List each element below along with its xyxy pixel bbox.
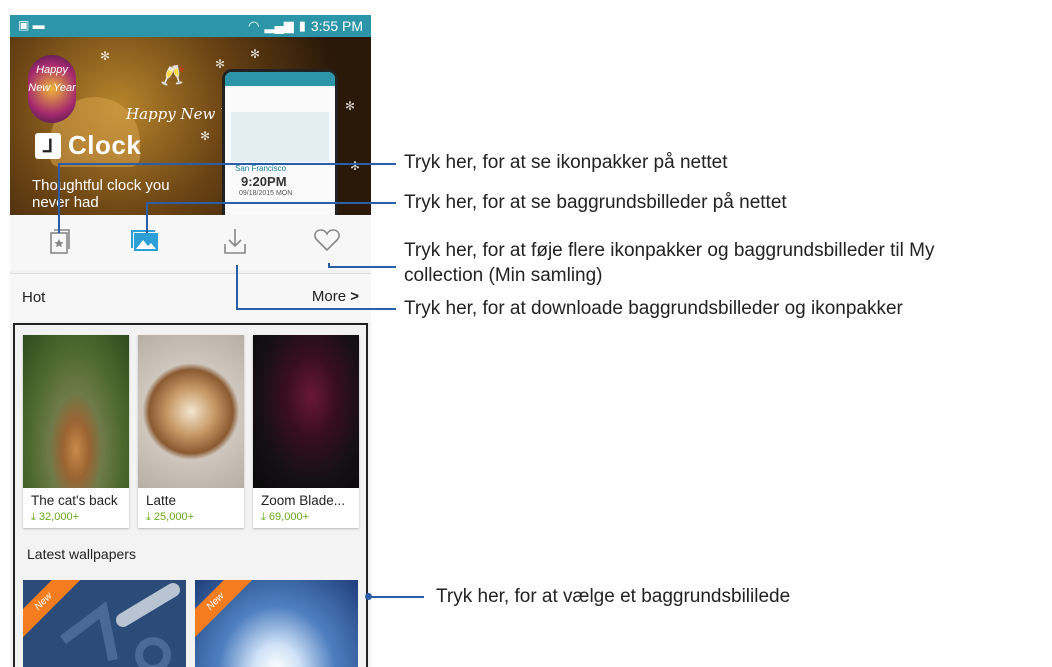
world-map-image [231,112,329,162]
banner-tagline: Thoughtful clock you never had [32,177,170,211]
callout-collection-line1: Tryk her, for at føje flere ikonpakker o… [404,240,935,261]
signal-icon: ▂▄▆ [264,18,294,33]
download-count: ⤓ 69,000+ [261,511,309,523]
glasses-icon: 🥂 [160,65,185,87]
snowflake-icon: ✻ [215,57,226,71]
status-time: 3:55 PM [310,18,363,34]
snowflake-icon: ✻ [350,159,361,173]
phone-preview-header [225,72,335,86]
card-title: Zoom Blade... [261,493,346,508]
callout-line [236,265,238,310]
callout-collection-line2: collection (Min samling) [404,265,603,286]
hot-section-header: Hot More > [10,273,371,322]
wallpaper-card[interactable]: Latte ⤓ 25,000+ [138,335,244,528]
more-label: More [311,288,347,305]
callout-icon-packs: Tryk her, for at se ikonpakker på nettet [404,152,728,173]
callout-line [146,202,396,204]
hot-label: Hot [22,289,46,306]
tab-collection[interactable] [312,227,342,257]
status-bar: ▣ ▬ ◠ ▂▄▆ ▮ 3:55 PM [10,15,371,37]
callout-line [328,266,396,268]
download-icon [224,229,246,254]
preview-city: San Francisco [235,164,287,173]
phone-preview-image: San Francisco 9:20PM 09/18/2015 MON [222,69,338,215]
callout-wallpapers: Tryk her, for at se baggrundsbilleder på… [404,192,787,213]
featured-banner[interactable]: Happy New Year 🥂 Happy New Year ✻ ✻ ✻ ✻ … [10,37,371,215]
snowflake-icon: ✻ [250,47,261,61]
preview-time: 9:20PM [241,174,287,189]
callout-select-wallpaper: Tryk her, for at vælge et baggrundsbilil… [436,586,791,607]
latte-wallpaper-image [138,335,244,488]
tab-download[interactable] [220,227,250,257]
latest-wallpaper-card[interactable]: New [195,580,358,667]
cat-wallpaper-image [23,335,129,488]
snowflake-icon: ✻ [200,129,211,143]
notification-icons: ▣ ▬ [18,18,45,32]
preview-date: 09/18/2015 MON [239,190,293,197]
callout-line [236,308,396,310]
clock-app-icon: ⅃ [35,133,61,159]
status-icons: ◠ ▂▄▆ ▮ 3:55 PM [248,18,363,34]
battery-icon: ▮ [298,18,306,33]
download-count: ⤓ 25,000+ [146,511,194,523]
callout-line [58,163,396,165]
card-title: The cat's back [31,493,118,508]
tab-bar [10,215,371,270]
chevron-right-icon: > [350,288,359,305]
download-count-value: 25,000+ [153,511,194,523]
download-count-value: 32,000+ [38,511,79,523]
callout-download: Tryk her, for at downloade baggrundsbill… [404,298,903,319]
download-count-value: 69,000+ [268,511,309,523]
more-link[interactable]: More > [312,288,359,305]
callout-line [146,202,148,233]
card-title: Latte [146,493,177,508]
wallpaper-card[interactable]: The cat's back ⤓ 32,000+ [23,335,129,528]
book-star-icon [50,229,70,254]
wifi-icon: ◠ [248,18,260,33]
tab-wallpapers[interactable] [130,227,160,257]
image-icon [131,230,158,251]
wallpaper-grid: The cat's back ⤓ 32,000+ Latte ⤓ 25,000+… [13,323,368,667]
wallpaper-card[interactable]: Zoom Blade... ⤓ 69,000+ [253,335,359,528]
tab-icon-packs[interactable] [45,227,75,257]
callout-line [58,163,60,233]
latest-wallpapers-label: Latest wallpapers [27,546,136,562]
latest-wallpaper-card[interactable]: New [23,580,186,667]
new-year-badge: Happy New Year [28,55,76,123]
banner-app-name: Clock [68,130,142,160]
download-count: ⤓ 32,000+ [31,511,79,523]
heart-icon [314,229,340,252]
flower-wallpaper-image [253,335,359,488]
phone-screen: ▣ ▬ ◠ ▂▄▆ ▮ 3:55 PM Happy New Year 🥂 Hap… [10,15,371,667]
callout-line [369,596,424,598]
snowflake-icon: ✻ [100,49,111,63]
snowflake-icon: ✻ [345,99,356,113]
